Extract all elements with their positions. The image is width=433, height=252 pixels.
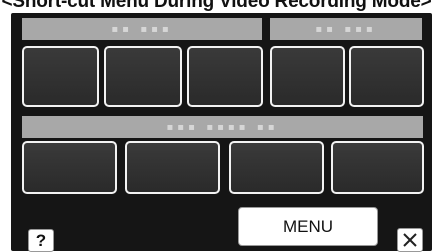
- header-bar-middle-label: ▪▪▪ ▪▪▪▪ ▪▪: [166, 121, 279, 133]
- shortcut-button-5[interactable]: [349, 46, 424, 107]
- header-bar-left: ▪▪ ▪▪▪: [22, 18, 262, 40]
- header-bar-middle: ▪▪▪ ▪▪▪▪ ▪▪: [22, 116, 423, 138]
- shortcut-button-8[interactable]: [229, 141, 324, 194]
- shortcut-button-6[interactable]: [22, 141, 117, 194]
- close-icon: [403, 233, 417, 247]
- shortcut-button-7[interactable]: [125, 141, 220, 194]
- shortcut-button-9[interactable]: [331, 141, 424, 194]
- help-button[interactable]: ?: [28, 229, 54, 252]
- help-button-label: ?: [35, 230, 47, 250]
- header-bar-right: ▪▪ ▪▪▪: [270, 18, 422, 40]
- shortcut-button-3[interactable]: [187, 46, 263, 107]
- shortcut-button-2[interactable]: [104, 46, 182, 107]
- menu-button[interactable]: MENU: [238, 207, 378, 246]
- page-caption: <Short-cut Menu During Video Recording M…: [1, 0, 432, 12]
- menu-button-label: MENU: [282, 216, 334, 236]
- header-bar-right-label: ▪▪ ▪▪▪: [315, 23, 377, 35]
- close-button[interactable]: [397, 228, 423, 252]
- shortcut-button-1[interactable]: [22, 46, 99, 107]
- header-bar-left-label: ▪▪ ▪▪▪: [111, 23, 173, 35]
- camera-screen: ▪▪ ▪▪▪ ▪▪ ▪▪▪ ▪▪▪ ▪▪▪▪ ▪▪ ? MENU: [11, 13, 432, 252]
- shortcut-button-4[interactable]: [270, 46, 345, 107]
